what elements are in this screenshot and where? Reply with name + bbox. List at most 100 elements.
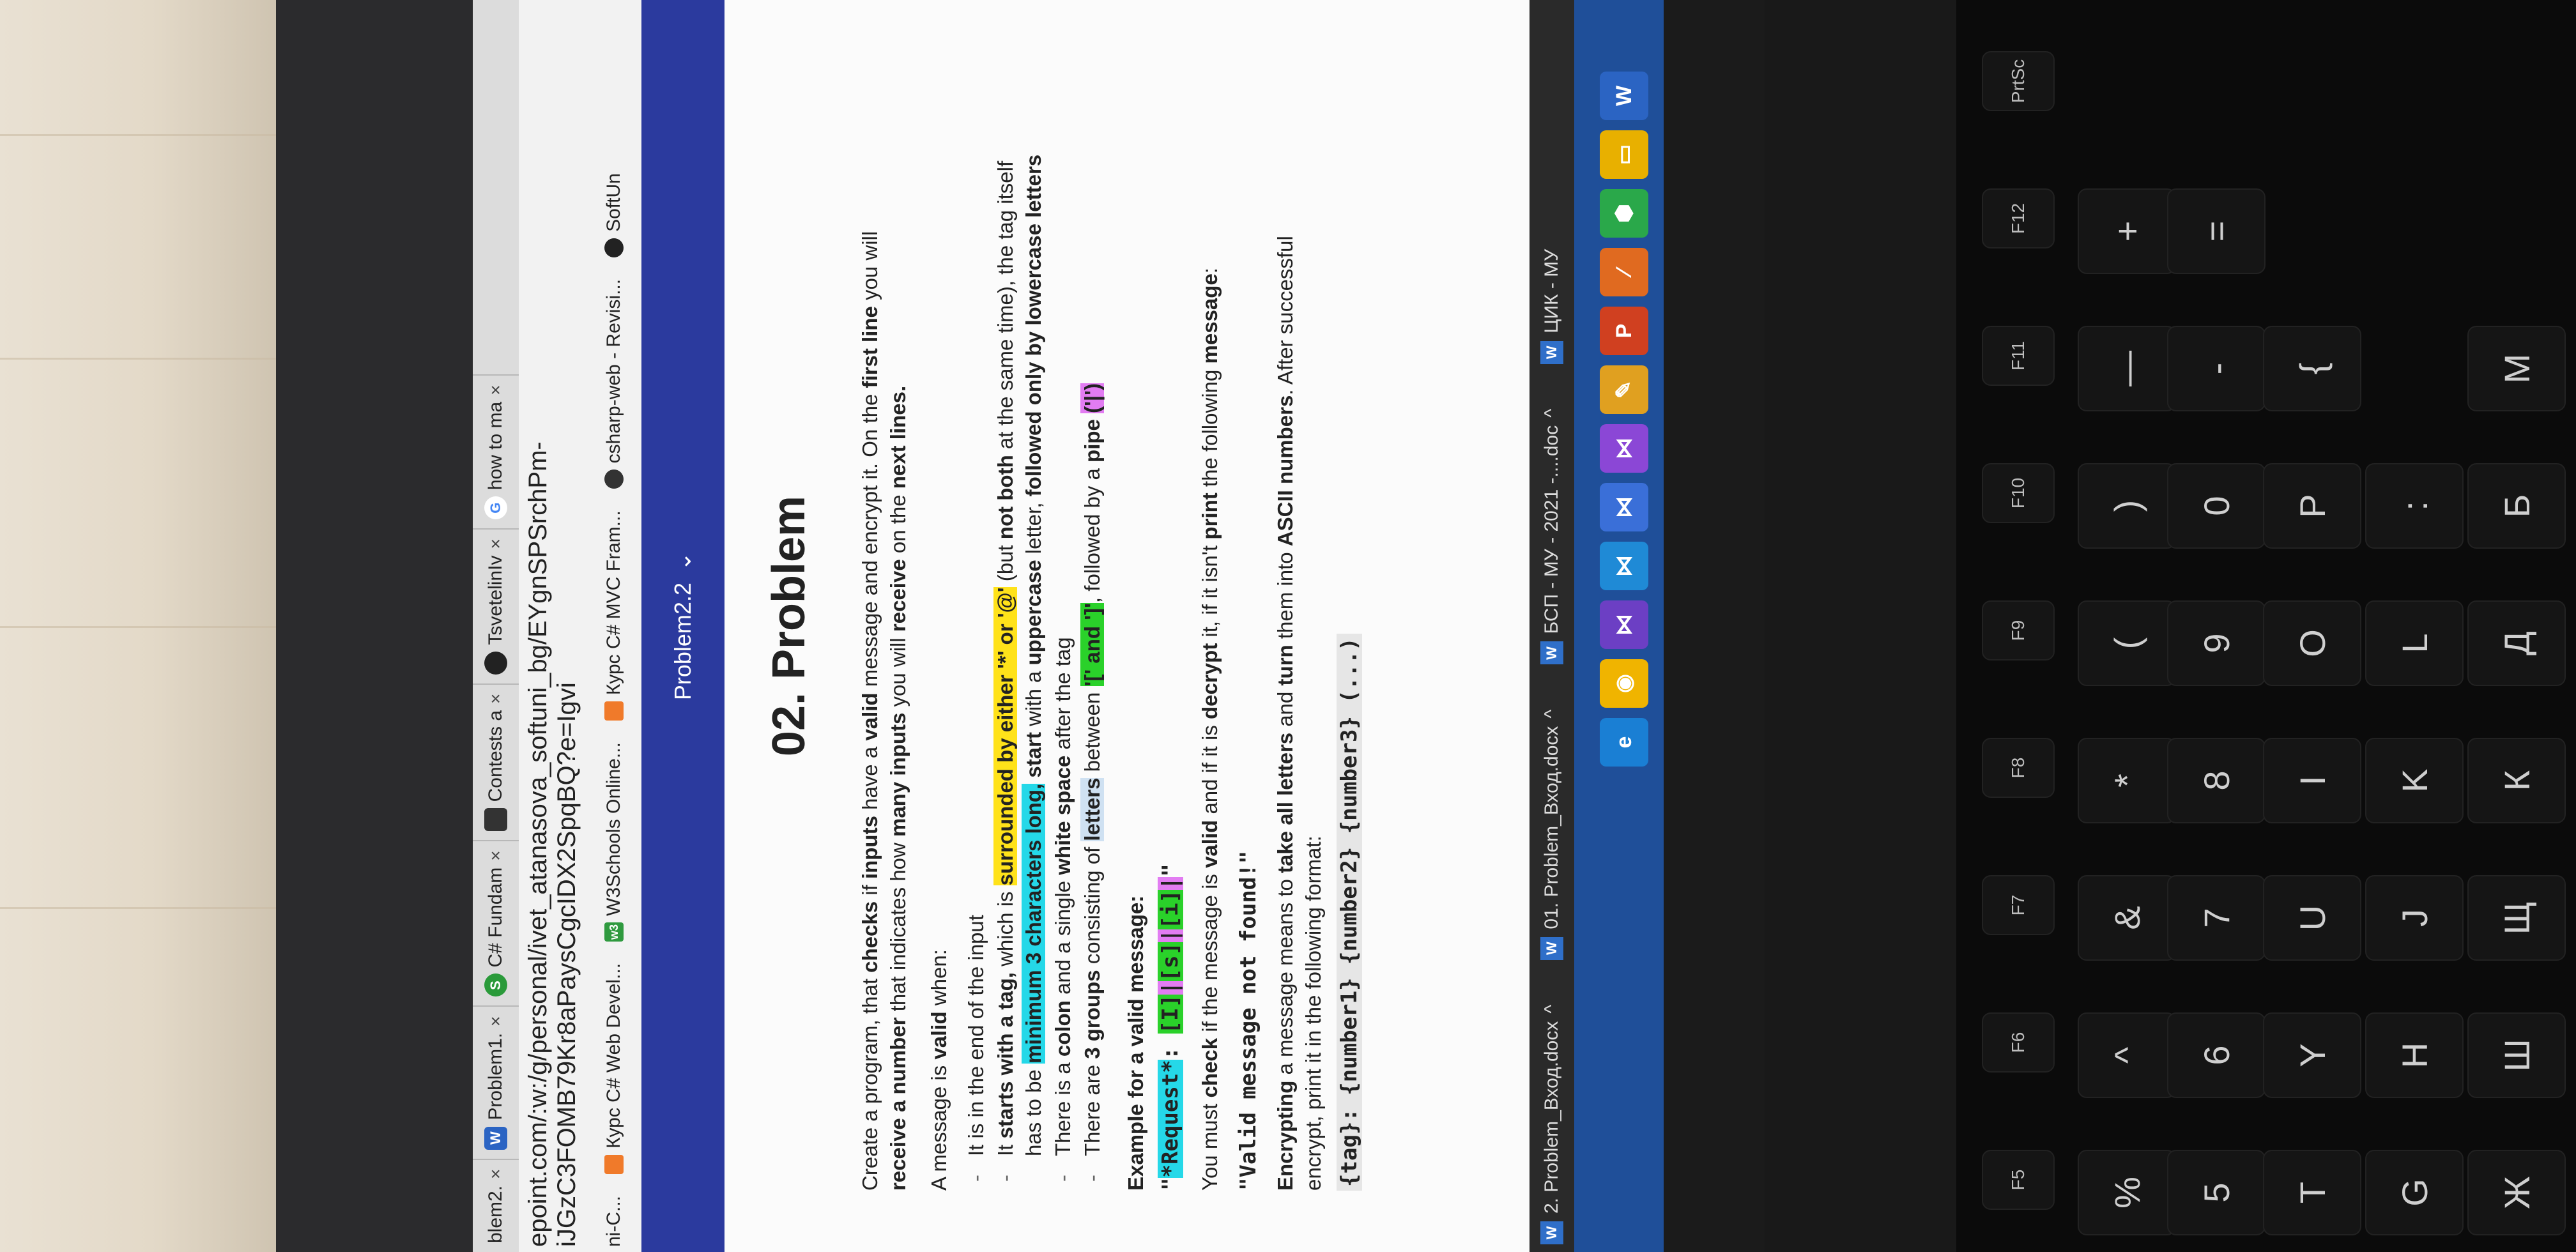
keyboard-key[interactable]: F9 (1982, 600, 2055, 660)
keyboard-key[interactable]: I (2263, 738, 2361, 823)
keyboard-key[interactable]: P (2263, 463, 2361, 549)
close-icon[interactable]: × (486, 1016, 506, 1027)
keyboard-key[interactable]: : (2365, 463, 2464, 549)
keyboard-key[interactable]: 9 (2167, 600, 2266, 686)
keyboard-key[interactable]: F12 (1982, 188, 2055, 248)
keyboard-key[interactable]: Д (2467, 600, 2566, 686)
rule-item: It starts with a tag, which is surrounde… (992, 134, 1048, 1156)
word-icon: W (484, 1126, 507, 1150)
keyboard-key[interactable]: L (2365, 600, 2464, 686)
green-app-icon[interactable]: ⬢ (1600, 189, 1648, 238)
download-item[interactable]: W 01. Problem_Вход.docx ^ (1540, 710, 1563, 960)
chevron-down-icon[interactable]: ⌄ (670, 552, 696, 571)
close-icon[interactable]: × (486, 385, 506, 395)
bookmark-item[interactable]: ni-C... (603, 1196, 625, 1247)
vscode-icon[interactable]: ⋈ (1600, 542, 1648, 590)
close-icon[interactable]: × (486, 694, 506, 704)
keyboard-key[interactable]: G (2365, 1150, 2464, 1235)
keyboard-key[interactable]: F5 (1982, 1150, 2055, 1210)
invalid-message-code: "Valid message not found!" (1236, 850, 1261, 1191)
keyboard-key-label: М (2496, 353, 2537, 384)
keyboard-key[interactable]: Ж (2467, 1150, 2566, 1235)
download-item[interactable]: W БСП - МУ - 2021 -....doc ^ (1540, 409, 1563, 665)
keyboard-key[interactable]: O (2263, 600, 2361, 686)
close-icon[interactable]: × (486, 538, 506, 549)
keyboard-key[interactable]: М (2467, 326, 2566, 411)
rule-item: There are 3 groups consisting of letters… (1078, 134, 1107, 1156)
document-title[interactable]: Problem2.2 (670, 583, 696, 700)
visual-studio-icon[interactable]: ⋈ (1600, 600, 1648, 649)
browser-tab[interactable]: blem2. × (473, 1158, 519, 1252)
close-icon[interactable]: × (486, 1169, 506, 1179)
bookmark-item[interactable]: SoftUn (603, 173, 625, 257)
keyboard-key[interactable]: * (2078, 738, 2176, 823)
browser-tab[interactable]: Contests a × (473, 683, 519, 841)
laptop-keyboard: F5 F6 F7 F8 F9 F10 F11 F12 PrtSc% ^ & * () — +5 6 7 8 9 0 - =… (1956, 0, 2576, 1252)
download-item[interactable]: W ЦИК - МУ (1540, 249, 1563, 364)
download-item[interactable]: W 2. Problem_Вход.docx ^ (1540, 1005, 1563, 1244)
keyboard-key[interactable]: J (2365, 875, 2464, 961)
keyboard-key[interactable]: & (2078, 875, 2176, 961)
keyboard-key[interactable]: 5 (2167, 1150, 2266, 1235)
keyboard-key[interactable]: - (2167, 326, 2266, 411)
browser-tab[interactable]: G how to ma × (473, 374, 519, 529)
keyboard-key[interactable]: Щ (2467, 875, 2566, 961)
keyboard-key-label: + (2106, 220, 2147, 242)
address-bar[interactable]: epoint.com/:w:/g/personal/ivet_atanasova… (519, 0, 586, 1252)
laptop-bezel (276, 0, 473, 1252)
keyboard-key[interactable]: 6 (2167, 1012, 2266, 1098)
windows-taskbar: W 2. Problem_Вход.docx ^ W 01. Problem_Вход… (1529, 0, 1765, 1252)
tab-label: blem2. (485, 1185, 506, 1243)
chevron-up-icon[interactable]: ^ (1541, 710, 1563, 719)
keyboard-key[interactable]: F10 (1982, 463, 2055, 523)
browser-tab[interactable]: TsvetelinIv × (473, 528, 519, 683)
keyboard-key[interactable]: Y (2263, 1012, 2361, 1098)
keyboard-key[interactable]: F11 (1982, 326, 2055, 386)
word-icon: W (1540, 641, 1563, 665)
word-icon[interactable]: W (1600, 72, 1648, 120)
keyboard-key[interactable]: К (2467, 738, 2566, 823)
powerpoint-icon[interactable]: P (1600, 307, 1648, 355)
chevron-up-icon[interactable]: ^ (1541, 409, 1563, 418)
browser-tab[interactable]: S C# Fundam × (473, 840, 519, 1006)
keyboard-key[interactable]: PrtSc (1982, 51, 2055, 111)
bookmark-item[interactable]: w3 W3Schools Online... (603, 742, 625, 942)
keyboard-key[interactable]: = (2167, 188, 2266, 274)
bookmark-item[interactable]: Курс C# Web Devel... (603, 963, 625, 1174)
vs-blue-icon[interactable]: ⋈ (1600, 483, 1648, 531)
keyboard-key-label: { (2292, 362, 2333, 375)
keyboard-key[interactable]: U (2263, 875, 2361, 961)
keyboard-key[interactable]: T (2263, 1150, 2361, 1235)
browser-tab[interactable]: W Problem1. × (473, 1005, 519, 1159)
paint-icon[interactable]: ✎ (1600, 365, 1648, 414)
edge-icon[interactable]: e (1600, 718, 1648, 767)
keyboard-key-label: Д (2496, 631, 2537, 655)
keyboard-key[interactable]: 8 (2167, 738, 2266, 823)
keyboard-key[interactable]: K (2365, 738, 2464, 823)
bookmark-item[interactable]: Курс C# MVC Fram... (603, 510, 625, 721)
keyboard-key[interactable]: + (2078, 188, 2176, 274)
purple-app-icon[interactable]: ⋈ (1600, 424, 1648, 473)
keyboard-key[interactable]: ) (2078, 463, 2176, 549)
tool-icon[interactable]: ⁄ (1600, 248, 1648, 296)
bookmark-item[interactable]: csharp-web - Revisi... (603, 279, 625, 489)
keyboard-key[interactable]: F6 (1982, 1012, 2055, 1073)
keyboard-key[interactable]: ^ (2078, 1012, 2176, 1098)
document-title-bar: Problem2.2 ⌄ (641, 0, 724, 1252)
keyboard-key-label: Ж (2496, 1176, 2537, 1209)
keyboard-key[interactable]: ( (2078, 600, 2176, 686)
keyboard-key[interactable]: 0 (2167, 463, 2266, 549)
keyboard-key[interactable]: — (2078, 326, 2176, 411)
keyboard-key[interactable]: F7 (1982, 875, 2055, 935)
keyboard-key[interactable]: F8 (1982, 738, 2055, 798)
keyboard-key[interactable]: H (2365, 1012, 2464, 1098)
keyboard-key[interactable]: % (2078, 1150, 2176, 1235)
chrome-icon[interactable]: ◉ (1600, 659, 1648, 708)
keyboard-key[interactable]: Ш (2467, 1012, 2566, 1098)
keyboard-key[interactable]: 7 (2167, 875, 2266, 961)
close-icon[interactable]: × (486, 850, 506, 860)
explorer-icon[interactable]: ▭ (1600, 130, 1648, 179)
keyboard-key[interactable]: { (2263, 326, 2361, 411)
keyboard-key[interactable]: Б (2467, 463, 2566, 549)
chevron-up-icon[interactable]: ^ (1541, 1005, 1563, 1014)
